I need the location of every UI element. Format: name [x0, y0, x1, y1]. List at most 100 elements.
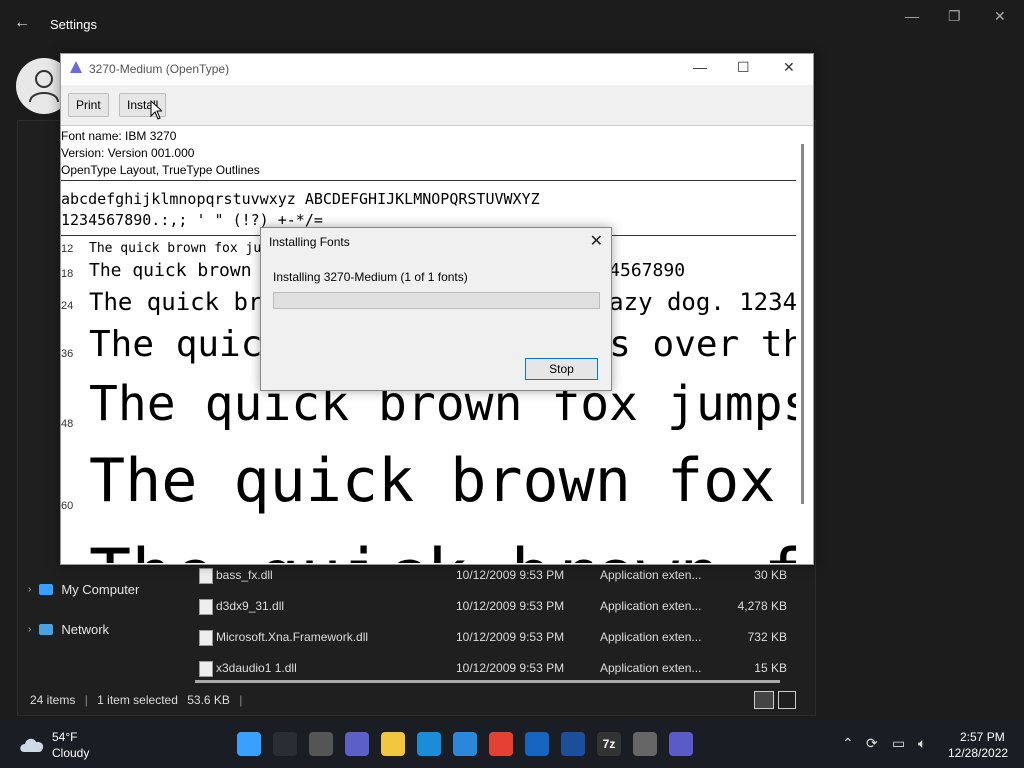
vertical-scrollbar[interactable]: [801, 144, 804, 504]
sample-size-label: 60: [61, 500, 74, 512]
sample-text: The quick brown fox: [89, 540, 796, 563]
file-icon: [199, 630, 213, 649]
file-type: Application exten...: [600, 661, 702, 675]
font-version: Version: Version 001.000: [61, 146, 195, 160]
font-viewer-icon: [70, 61, 82, 73]
sample-size-label: 24: [61, 300, 74, 312]
task-view-icon[interactable]: [309, 732, 333, 756]
file-size: 30 KB: [754, 568, 787, 582]
file-icon: [199, 568, 213, 587]
sample-text: The quick brown fox jumps over the lazy …: [89, 446, 796, 516]
divider: [61, 180, 796, 181]
chevron-right-icon: ›: [28, 624, 32, 635]
close-icon[interactable]: ✕: [994, 8, 1006, 25]
dialog-message: Installing 3270-Medium (1 of 1 fonts): [273, 270, 468, 284]
defender-icon[interactable]: [525, 732, 549, 756]
file-date: 10/12/2009 9:53 PM: [456, 661, 565, 675]
file-icon: [199, 661, 213, 677]
start-icon[interactable]: [237, 732, 261, 756]
nav-item-my-computer[interactable]: › My Computer: [28, 582, 139, 597]
window-title: 3270-Medium (OpenType): [89, 62, 230, 76]
font-name: Font name: IBM 3270: [61, 129, 177, 143]
stop-button[interactable]: Stop: [525, 358, 598, 380]
character-set: abcdefghijklmnopqrstuvwxyz ABCDEFGHIJKLM…: [61, 189, 540, 231]
nav-label: My Computer: [61, 582, 140, 597]
sample-size-label: 36: [61, 348, 74, 360]
table-row[interactable]: Microsoft.Xna.Framework.dll 10/12/2009 9…: [195, 624, 795, 652]
file-size: 732 KB: [747, 630, 787, 644]
tiles-view-icon[interactable]: [778, 691, 796, 709]
clock-date[interactable]: 12/28/2022: [948, 746, 1008, 760]
sample-72: The quick brown fox: [61, 530, 796, 563]
cloud-icon: [20, 738, 44, 752]
dialog-title: Installing Fonts: [269, 235, 350, 249]
file-type: Application exten...: [600, 630, 702, 644]
volume-icon[interactable]: 🔈︎: [918, 735, 926, 752]
selection-size: 53.6 KB: [187, 693, 230, 707]
minimize-icon[interactable]: —: [693, 59, 707, 75]
search-icon[interactable]: [273, 732, 297, 756]
close-icon[interactable]: ✕: [783, 59, 795, 76]
settings-title: Settings: [50, 17, 97, 32]
weather-description[interactable]: Cloudy: [52, 746, 89, 760]
file-name: x3daudio1 1.dll: [216, 661, 297, 675]
settings-icon[interactable]: [633, 732, 657, 756]
status-bar: 24 items | 1 item selected 53.6 KB |: [30, 693, 243, 707]
mouse-cursor-icon: [150, 100, 162, 120]
chevron-right-icon: ›: [28, 584, 32, 595]
sample-60: 60 The quick brown fox jumps over the la…: [61, 446, 796, 522]
file-name: Microsoft.Xna.Framework.dll: [216, 630, 369, 644]
table-row[interactable]: x3daudio1 1.dll 10/12/2009 9:53 PM Appli…: [195, 655, 795, 677]
chevron-up-icon[interactable]: ⌃: [842, 735, 854, 752]
font-info: Font name: IBM 3270 Version: Version 001…: [61, 128, 260, 179]
file-icon: [199, 599, 213, 618]
network-icon[interactable]: ▭: [892, 735, 905, 752]
installing-fonts-dialog: Installing Fonts ✕ Installing 3270-Mediu…: [260, 227, 612, 391]
weather-temperature[interactable]: 54°F: [52, 730, 77, 744]
sample-size-label: 12: [61, 243, 74, 255]
progress-bar: [273, 292, 600, 309]
computer-icon: [39, 584, 54, 595]
table-row[interactable]: d3dx9_31.dll 10/12/2009 9:53 PM Applicat…: [195, 593, 795, 621]
toolbar: Print Install: [61, 85, 813, 126]
teams-icon[interactable]: [345, 732, 369, 756]
edge-icon[interactable]: [417, 732, 441, 756]
restore-icon[interactable]: ❐: [948, 8, 961, 25]
file-date: 10/12/2009 9:53 PM: [456, 599, 565, 613]
store-icon[interactable]: [453, 732, 477, 756]
7zip-icon[interactable]: 7z: [597, 732, 621, 756]
sample-size-label: 18: [61, 268, 74, 280]
nav-item-network[interactable]: › Network: [28, 622, 109, 637]
file-size: 4,278 KB: [737, 599, 787, 613]
font-type: OpenType Layout, TrueType Outlines: [61, 163, 260, 177]
nav-label: Network: [61, 622, 110, 637]
file-explorer-icon[interactable]: [381, 732, 405, 756]
clock-time[interactable]: 2:57 PM: [960, 730, 1005, 744]
table-row[interactable]: bass_fx.dll 10/12/2009 9:53 PM Applicati…: [195, 562, 795, 590]
file-type: Application exten...: [600, 599, 702, 613]
selection-count: 1 item selected: [97, 693, 178, 707]
horizontal-scrollbar[interactable]: [195, 680, 780, 683]
details-view-icon[interactable]: [754, 691, 774, 709]
file-name: d3dx9_31.dll: [216, 599, 285, 613]
file-type: Application exten...: [600, 568, 702, 582]
file-name: bass_fx.dll: [216, 568, 273, 582]
taskbar: 54°F Cloudy ⌃ ⟳ ▭ 🔈︎ 2:57 PM 12/28/2022 …: [0, 720, 1024, 768]
minimize-icon[interactable]: —: [905, 8, 919, 24]
font-viewer-icon[interactable]: [669, 732, 693, 756]
close-icon[interactable]: ✕: [590, 231, 603, 251]
file-size: 15 KB: [754, 661, 787, 675]
sync-icon[interactable]: ⟳: [866, 735, 878, 752]
maximize-icon[interactable]: ☐: [737, 59, 750, 76]
network-icon: [39, 624, 54, 635]
alphabet-line: abcdefghijklmnopqrstuvwxyz ABCDEFGHIJKLM…: [61, 190, 540, 208]
powershell-icon[interactable]: [561, 732, 585, 756]
print-button[interactable]: Print: [68, 93, 109, 117]
file-date: 10/12/2009 9:53 PM: [456, 630, 565, 644]
file-date: 10/12/2009 9:53 PM: [456, 568, 565, 582]
item-count: 24 items: [30, 693, 76, 707]
back-arrow-icon[interactable]: ←: [14, 14, 30, 32]
user-icon: [29, 70, 59, 103]
chrome-icon[interactable]: [489, 732, 513, 756]
sample-size-label: 48: [61, 418, 74, 430]
